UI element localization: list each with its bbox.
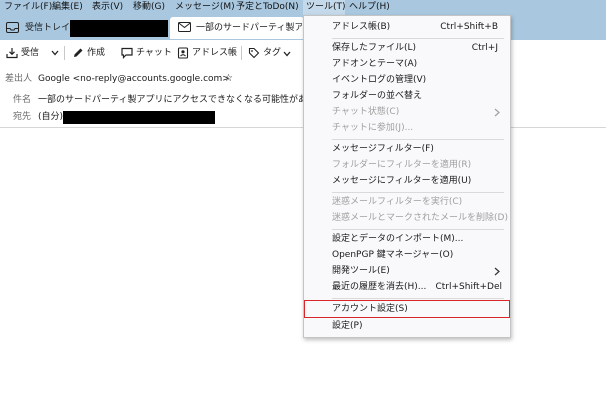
menu-item-address-book[interactable]: アドレス帳(B) Ctrl+Shift+B	[304, 19, 510, 35]
menu-help[interactable]: ヘルプ(H)	[349, 0, 390, 15]
menu-item-label: 迷惑メールフィルターを実行(C)	[332, 197, 463, 207]
tab-message-label: 一部のサードパーティ製アプリ	[196, 23, 302, 33]
chevron-down-icon	[283, 51, 291, 57]
menu-file[interactable]: ファイル(F)	[4, 0, 52, 15]
menu-item-account-settings[interactable]: アカウント設定(S)	[304, 300, 510, 318]
menu-events[interactable]: 予定とToDo(N)	[236, 0, 299, 15]
menu-tools[interactable]: ツール(T)	[303, 0, 346, 15]
menu-item-label: フォルダーにフィルターを適用(R)	[332, 160, 472, 170]
menu-item-folder-sort[interactable]: フォルダーの並べ替え	[304, 88, 510, 104]
star-icon[interactable]: ☆	[224, 71, 233, 87]
menu-view[interactable]: 表示(V)	[92, 0, 123, 15]
menu-item-label: 設定とデータのインポート(M)...	[332, 234, 464, 244]
menu-item-chat-status[interactable]: チャット状態(C)	[304, 104, 510, 120]
menu-item-label: チャット状態(C)	[332, 107, 400, 117]
tab-inbox-label: 受信トレイ	[25, 23, 71, 33]
menu-separator	[332, 192, 504, 193]
get-messages-button[interactable]: 受信	[6, 44, 42, 62]
address-book-icon	[177, 47, 189, 59]
tag-icon	[248, 47, 260, 59]
to-label: 宛先	[13, 112, 32, 122]
redacted-recipient	[63, 111, 215, 124]
redacted-account	[70, 20, 168, 37]
menu-separator	[332, 139, 504, 140]
menu-item-shortcut: Ctrl+J	[471, 43, 498, 53]
menu-item-label: メッセージにフィルターを適用(U)	[332, 176, 472, 186]
to-value[interactable]: (自分)	[38, 109, 63, 125]
menu-item-join-chat[interactable]: チャットに参加(J)...	[304, 120, 510, 136]
menu-item-label: 開発ツール(E)	[332, 266, 390, 276]
inbox-icon	[6, 22, 19, 33]
tab-message[interactable]: 一部のサードパーティ製アプリ	[170, 17, 304, 39]
menu-item-addons[interactable]: アドオンとテーマ(A)	[304, 56, 510, 72]
chat-icon	[121, 47, 133, 59]
write-button[interactable]: 作成	[72, 44, 110, 62]
menu-item-label: 設定(P)	[332, 321, 363, 331]
chat-button[interactable]: チャット	[121, 44, 172, 62]
menu-separator	[332, 298, 504, 299]
menu-item-run-filters-folder[interactable]: フォルダーにフィルターを適用(R)	[304, 157, 510, 173]
menu-item-clear-history[interactable]: 最近の履歴を消去(H)... Ctrl+Shift+Del	[304, 279, 510, 295]
from-value[interactable]: Google <no-reply@accounts.google.com>	[38, 71, 230, 87]
address-book-button[interactable]: アドレス帳	[177, 44, 239, 62]
write-label: 作成	[87, 48, 106, 58]
tab-inbox[interactable]: 受信トレイ	[0, 17, 170, 39]
menu-item-label: OpenPGP 鍵マネージャー(O)	[332, 250, 454, 260]
address-book-label: アドレス帳	[192, 48, 238, 58]
menu-item-label: 保存したファイル(L)	[332, 43, 417, 53]
menu-item-label: チャットに参加(J)...	[332, 123, 414, 133]
menu-item-import[interactable]: 設定とデータのインポート(M)...	[304, 231, 510, 247]
menu-item-saved-files[interactable]: 保存したファイル(L) Ctrl+J	[304, 40, 510, 56]
get-messages-label: 受信	[21, 48, 40, 58]
menu-item-label: アカウント設定(S)	[332, 304, 408, 314]
menu-item-developer-tools[interactable]: 開発ツール(E)	[304, 263, 510, 279]
download-icon	[6, 48, 18, 59]
subject-value: 一部のサードパーティ製アプリにアクセスできなくなる可能性があります	[38, 95, 335, 105]
menu-message[interactable]: メッセージ(M)	[175, 0, 235, 15]
menu-item-run-junk-controls[interactable]: 迷惑メールフィルターを実行(C)	[304, 194, 510, 210]
toolbar-separator	[64, 46, 65, 60]
menu-item-label: 迷惑メールとマークされたメールを削除(D)	[332, 213, 508, 223]
chevron-right-icon	[494, 267, 500, 276]
envelope-icon	[178, 22, 191, 32]
tag-label: タグ	[263, 48, 282, 58]
menu-item-delete-junk[interactable]: 迷惑メールとマークされたメールを削除(D)	[304, 210, 510, 226]
menu-item-label: フォルダーの並べ替え	[332, 91, 423, 101]
menu-item-label: イベントログの管理(V)	[332, 75, 427, 85]
menu-separator	[332, 38, 504, 39]
menu-bar: ファイル(F) 編集(E) 表示(V) 移動(G) メッセージ(M) 予定とTo…	[0, 0, 606, 15]
menu-separator	[332, 229, 504, 230]
menu-item-activity-manager[interactable]: イベントログの管理(V)	[304, 72, 510, 88]
menu-item-message-filters[interactable]: メッセージフィルター(F)	[304, 141, 510, 157]
menu-item-run-filters-message[interactable]: メッセージにフィルターを適用(U)	[304, 173, 510, 189]
menu-item-label: メッセージフィルター(F)	[332, 144, 434, 154]
toolbar-separator	[241, 46, 242, 60]
chevron-right-icon	[494, 108, 500, 117]
menu-item-settings[interactable]: 設定(P)	[304, 318, 510, 334]
menu-item-openpgp-key-manager[interactable]: OpenPGP 鍵マネージャー(O)	[304, 247, 510, 263]
chat-label: チャット	[136, 48, 172, 58]
chevron-down-icon[interactable]	[51, 50, 59, 56]
pencil-icon	[74, 48, 83, 57]
menu-item-shortcut: Ctrl+Shift+Del	[435, 282, 502, 292]
menu-edit[interactable]: 編集(E)	[52, 0, 83, 15]
menu-item-label: アドレス帳(B)	[332, 22, 391, 32]
menu-item-label: 最近の履歴を消去(H)...	[332, 282, 427, 292]
subject-label: 件名	[13, 95, 32, 105]
menu-item-label: アドオンとテーマ(A)	[332, 59, 418, 69]
menu-go[interactable]: 移動(G)	[133, 0, 165, 15]
menu-item-shortcut: Ctrl+Shift+B	[440, 22, 498, 32]
tools-menu-popup: アドレス帳(B) Ctrl+Shift+B 保存したファイル(L) Ctrl+J…	[303, 15, 511, 338]
from-label: 差出人	[5, 74, 33, 84]
tag-button[interactable]: タグ	[248, 44, 294, 62]
